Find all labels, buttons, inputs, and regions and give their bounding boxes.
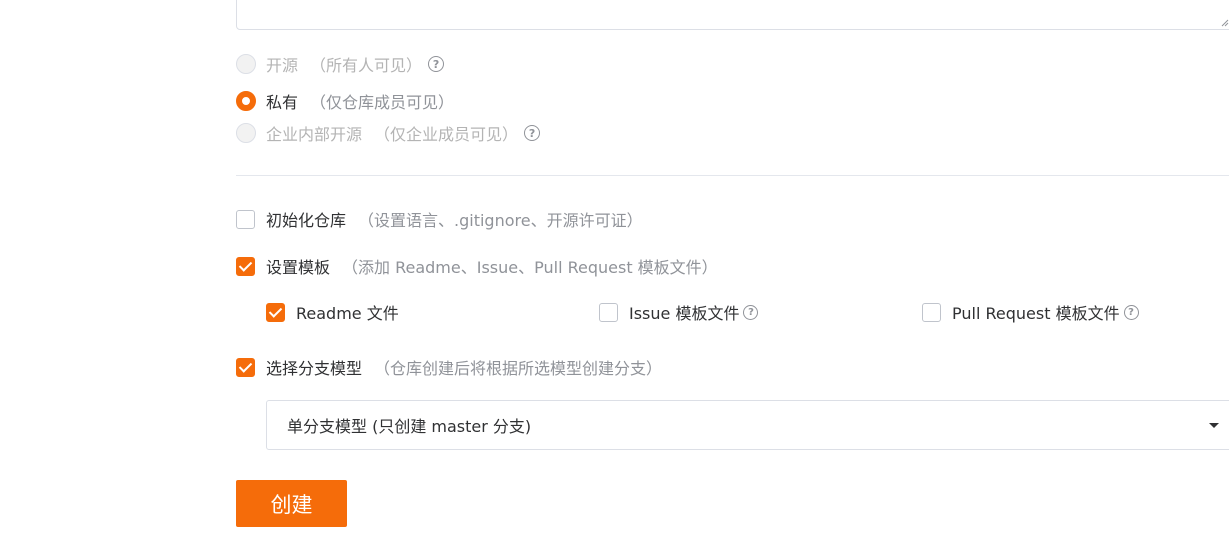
templates-option[interactable]: 设置模板 （添加 Readme、Issue、Pull Request 模板文件） [236,254,718,278]
readme-label: Readme 文件 [296,304,399,323]
init-repo-option[interactable]: 初始化仓库 （设置语言、.gitignore、开源许可证） [236,207,643,231]
pr-checkbox[interactable] [922,302,941,322]
issue-checkbox[interactable] [599,302,618,322]
branch-model-option[interactable]: 选择分支模型 （仓库创建后将根据所选模型创建分支） [236,355,662,379]
init-repo-label: 初始化仓库 [266,211,347,230]
templates-hint: （添加 Readme、Issue、Pull Request 模板文件） [342,258,718,277]
public-label: 开源 [266,56,299,75]
description-textarea[interactable] [236,0,1229,30]
init-repo-checkbox[interactable] [236,209,255,229]
help-icon[interactable]: ? [524,125,541,141]
public-radio[interactable] [236,54,256,74]
enterprise-radio[interactable] [236,123,256,143]
enterprise-label: 企业内部开源 [266,125,363,144]
public-hint: （所有人可见） [310,56,423,75]
branch-model-checkbox[interactable] [236,357,255,377]
help-icon[interactable]: ? [1123,304,1139,320]
help-icon[interactable]: ? [428,56,445,72]
create-repo-form: 开源 （所有人可见） ? 私有 （仅仓库成员可见） 企业内部开源 （仅企业成员可… [0,0,1229,557]
init-repo-hint: （设置语言、.gitignore、开源许可证） [358,211,643,230]
issue-template-option[interactable]: Issue 模板文件 ? [599,300,759,324]
visibility-public-option[interactable]: 开源 （所有人可见） ? [236,52,445,76]
issue-label: Issue 模板文件 [629,304,740,323]
help-icon[interactable]: ? [743,304,759,320]
branch-model-select[interactable]: 单分支模型 (只创建 master 分支) [266,400,1229,450]
templates-checkbox[interactable] [236,256,255,276]
branch-model-label: 选择分支模型 [266,359,363,378]
enterprise-hint: （仅企业成员可见） [374,125,519,144]
branch-model-hint: （仓库创建后将根据所选模型创建分支） [374,359,663,378]
visibility-enterprise-option[interactable]: 企业内部开源 （仅企业成员可见） ? [236,121,541,145]
pr-template-option[interactable]: Pull Request 模板文件 ? [922,300,1139,324]
branch-model-selected: 单分支模型 (只创建 master 分支) [287,417,532,436]
readme-template-option[interactable]: Readme 文件 [266,300,399,324]
visibility-private-option[interactable]: 私有 （仅仓库成员可见） [236,89,454,113]
private-hint: （仅仓库成员可见） [310,93,455,112]
resize-handle-icon[interactable] [1221,19,1229,27]
private-label: 私有 [266,93,299,112]
private-radio[interactable] [236,91,256,111]
pr-label: Pull Request 模板文件 [952,304,1120,323]
section-divider [236,175,1229,176]
caret-down-icon [1209,423,1219,428]
templates-label: 设置模板 [266,258,331,277]
readme-checkbox[interactable] [266,302,285,322]
create-button[interactable]: 创建 [236,480,347,527]
